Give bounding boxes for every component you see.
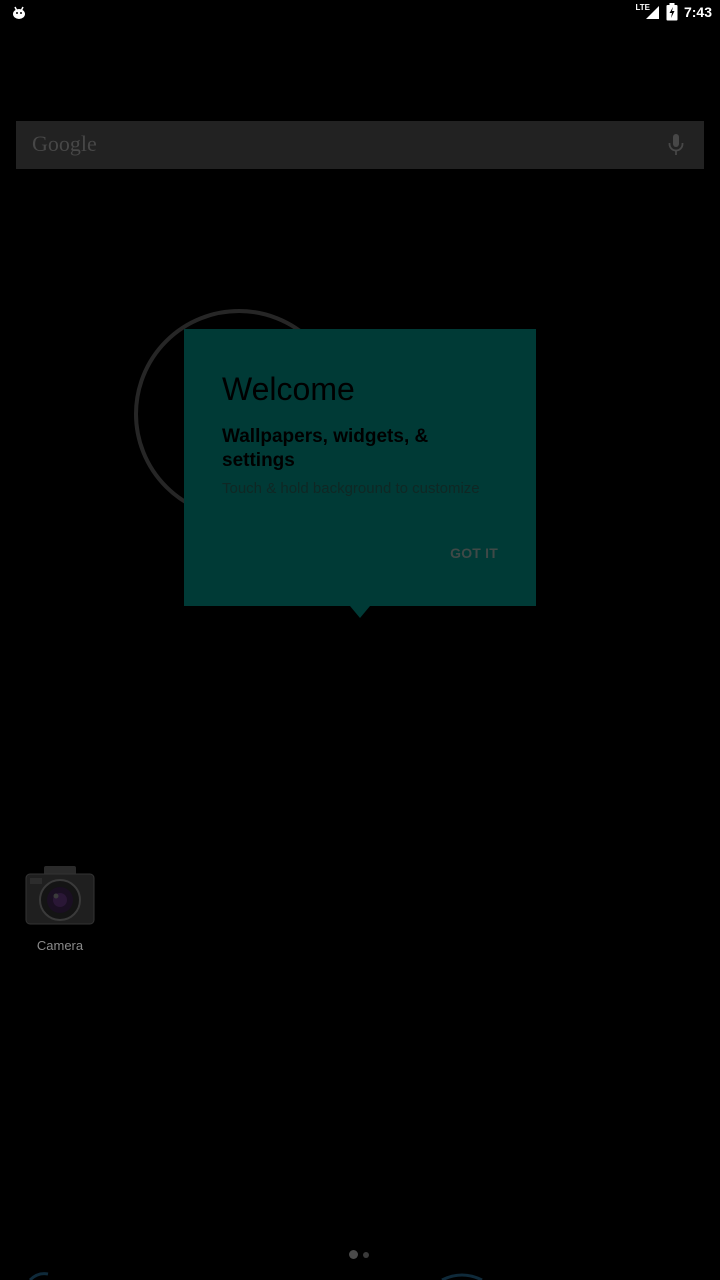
welcome-subtitle: Wallpapers, widgets, & settings bbox=[222, 426, 429, 471]
dock-icon-partial-2[interactable] bbox=[440, 1272, 484, 1280]
google-search-bar[interactable]: Google bbox=[16, 121, 704, 169]
battery-charging-icon bbox=[666, 3, 678, 21]
network-type-label: LTE bbox=[635, 2, 650, 12]
camera-icon bbox=[25, 866, 95, 925]
home-screen[interactable]: LTE 7:43 Google Welcome Wallpapers, widg… bbox=[0, 0, 720, 1280]
status-icons: LTE 7:43 bbox=[635, 2, 712, 22]
status-bar: LTE 7:43 bbox=[0, 0, 720, 24]
welcome-title: Welcome bbox=[222, 371, 355, 407]
page-indicator bbox=[348, 1250, 372, 1260]
search-bar-logo-text: Google bbox=[32, 131, 97, 156]
android-debug-icon bbox=[13, 6, 25, 19]
page-dot-inactive bbox=[363, 1252, 369, 1258]
welcome-hint: Touch & hold background to customize bbox=[222, 480, 480, 497]
got-it-button[interactable]: GOT IT bbox=[450, 545, 498, 561]
welcome-dialog-pointer bbox=[350, 606, 370, 618]
mic-icon[interactable] bbox=[666, 133, 686, 157]
status-clock: 7:43 bbox=[683, 4, 712, 20]
app-label-camera: Camera bbox=[36, 938, 84, 953]
app-shortcut-camera[interactable]: Camera bbox=[20, 858, 100, 958]
dock-icon-partial[interactable] bbox=[28, 1272, 52, 1280]
welcome-dialog: Welcome Wallpapers, widgets, & settings … bbox=[184, 329, 536, 606]
page-dot-active bbox=[349, 1250, 358, 1259]
